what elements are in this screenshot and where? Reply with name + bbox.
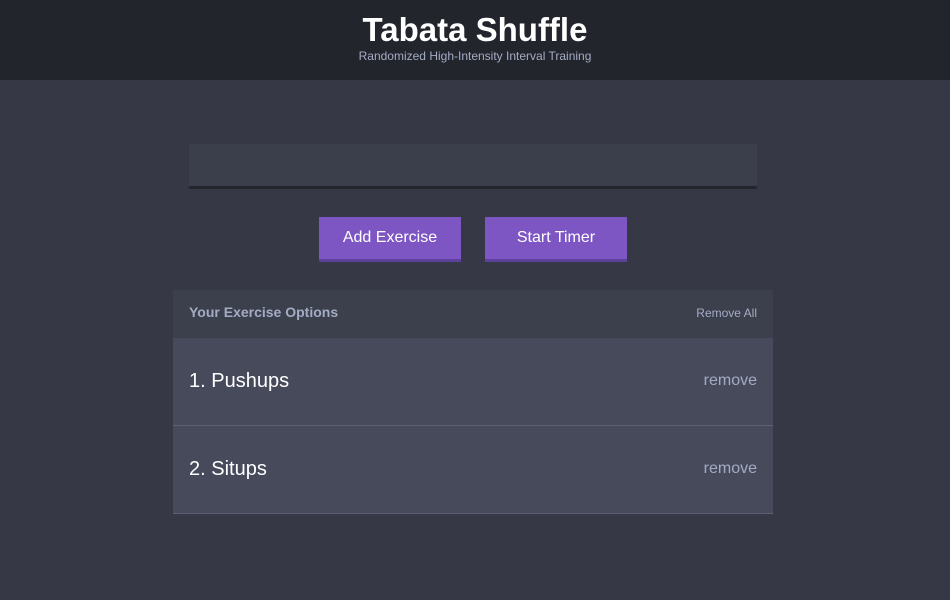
add-exercise-button[interactable]: Add Exercise <box>319 217 461 262</box>
panel-title: Your Exercise Options <box>189 304 339 320</box>
list-item: 1. Pushups remove <box>173 338 773 426</box>
exercise-label: 1. Pushups <box>189 370 290 392</box>
app-title: Tabata Shuffle <box>362 11 588 48</box>
remove-all-button[interactable]: Remove All <box>696 306 757 320</box>
start-timer-button[interactable]: Start Timer <box>485 217 627 262</box>
list-item: 2. Situps remove <box>173 426 773 514</box>
remove-button[interactable]: remove <box>704 460 757 478</box>
panel-header: Your Exercise Options Remove All <box>173 290 773 338</box>
exercise-options-panel: Your Exercise Options Remove All 1. Push… <box>173 290 773 514</box>
exercise-label: 2. Situps <box>189 458 267 480</box>
exercise-input[interactable] <box>189 144 757 189</box>
app-subtitle: Randomized High-Intensity Interval Train… <box>358 49 592 63</box>
remove-button[interactable]: remove <box>704 372 757 390</box>
app-header: Tabata Shuffle Randomized High-Intensity… <box>0 0 950 80</box>
